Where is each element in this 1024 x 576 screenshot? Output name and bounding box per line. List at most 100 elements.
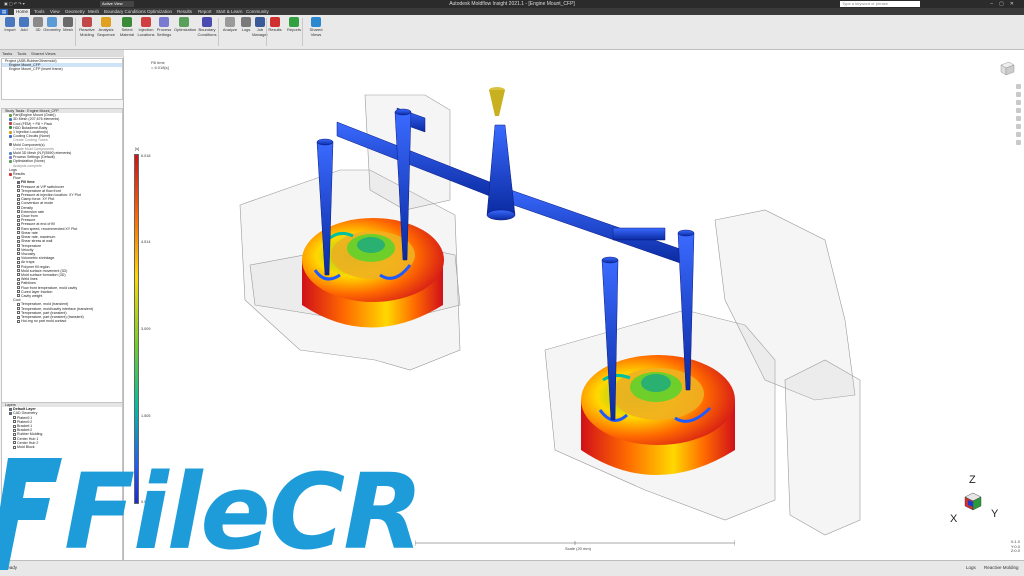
- section-icon[interactable]: [1016, 124, 1021, 129]
- result-checkbox[interactable]: [17, 197, 20, 201]
- mold-mesh-icon: [9, 151, 12, 155]
- window-controls[interactable]: –▢✕: [990, 1, 1020, 7]
- result-checkbox[interactable]: [17, 286, 20, 290]
- tab-shared-views[interactable]: Shared Views: [31, 51, 56, 56]
- layer-item[interactable]: Mold Block: [2, 445, 122, 449]
- tab-tasks[interactable]: Tasks: [2, 51, 12, 56]
- result-checkbox[interactable]: [17, 181, 20, 184]
- zoom-icon[interactable]: [1016, 100, 1021, 105]
- axis-z-label: Z: [969, 474, 976, 486]
- result-checkbox[interactable]: [17, 269, 20, 273]
- status-mode: Reactive Molding: [984, 565, 1019, 570]
- result-checkbox[interactable]: [17, 319, 20, 323]
- tab-tools-panel[interactable]: Tools: [17, 51, 26, 56]
- status-logs-button[interactable]: Logs: [966, 565, 976, 570]
- layer-checkbox[interactable]: [9, 407, 12, 411]
- injection-locations-button[interactable]: Injection Locations: [136, 17, 156, 47]
- coordinate-readout: X:1.0 Y:0.0 Z:0.0: [1010, 539, 1020, 553]
- layer-checkbox[interactable]: [13, 445, 16, 449]
- results-button[interactable]: Results: [265, 17, 285, 47]
- home-view-icon[interactable]: [1016, 116, 1021, 121]
- result-checkbox[interactable]: [17, 265, 20, 269]
- reactive-molding-icon: [82, 17, 92, 27]
- scale-label: Scale (20 mm): [565, 546, 592, 551]
- fit-view-icon[interactable]: [1016, 108, 1021, 113]
- sprue: [489, 87, 505, 116]
- process-settings-icon: [159, 17, 169, 27]
- search-input[interactable]: Type a keyword or phrase: [840, 1, 920, 7]
- result-checkbox[interactable]: [17, 235, 20, 239]
- result-checkbox[interactable]: [17, 206, 20, 210]
- analysis-sequence-button[interactable]: Analysis Sequence: [96, 17, 116, 47]
- result-checkbox[interactable]: [17, 315, 20, 319]
- result-checkbox[interactable]: [17, 273, 20, 277]
- layer-checkbox[interactable]: [13, 441, 16, 445]
- result-checkbox[interactable]: [17, 256, 20, 260]
- results-icon: [270, 17, 280, 27]
- material-icon: [9, 126, 12, 130]
- title-bar: ▣ ▢ ↶ ↷ ▾ Active View Autodesk Moldflow …: [0, 0, 1024, 8]
- mesh-icon: [63, 17, 73, 27]
- result-checkbox[interactable]: [17, 248, 20, 252]
- result-checkbox[interactable]: [17, 218, 20, 222]
- select-material-button[interactable]: Select Material: [117, 17, 137, 47]
- result-item[interactable]: Hot-mg no part mold contact: [2, 319, 122, 323]
- analyze-icon: [225, 17, 235, 27]
- result-checkbox[interactable]: [17, 202, 20, 206]
- result-checkbox[interactable]: [17, 307, 20, 311]
- shared-views-button[interactable]: Shared Views: [306, 17, 326, 47]
- reactive-molding-button[interactable]: Reactive Molding: [77, 17, 97, 47]
- layer-checkbox[interactable]: [13, 424, 16, 428]
- optimization-button[interactable]: Optimization: [174, 17, 196, 47]
- reports-button[interactable]: Reports: [284, 17, 304, 47]
- measure-icon[interactable]: [1016, 132, 1021, 137]
- shared-views-icon: [311, 17, 321, 27]
- rotate-icon[interactable]: [1016, 92, 1021, 97]
- watermark: FileCR: [0, 452, 470, 576]
- view-cube[interactable]: [997, 58, 1017, 78]
- layer-checkbox[interactable]: [13, 416, 16, 420]
- layer-checkbox[interactable]: [13, 432, 16, 436]
- ribbon-separator: [218, 18, 219, 46]
- analysis-sequence-icon: [101, 17, 111, 27]
- result-checkbox[interactable]: [17, 231, 20, 235]
- part-cavity-right: [581, 355, 735, 475]
- pan-icon[interactable]: [1016, 84, 1021, 89]
- result-checkbox[interactable]: [17, 214, 20, 218]
- select-icon[interactable]: [1016, 140, 1021, 145]
- result-checkbox[interactable]: [17, 294, 20, 298]
- result-checkbox[interactable]: [17, 227, 20, 231]
- result-checkbox[interactable]: [17, 281, 20, 285]
- result-checkbox[interactable]: [17, 302, 20, 306]
- result-checkbox[interactable]: [17, 277, 20, 281]
- result-checkbox[interactable]: [17, 244, 20, 248]
- layer-checkbox[interactable]: [13, 437, 16, 441]
- layer-checkbox[interactable]: [13, 428, 16, 432]
- mold-icon: [9, 143, 12, 147]
- result-checkbox[interactable]: [17, 239, 20, 243]
- result-checkbox[interactable]: [17, 260, 20, 264]
- boundary-conditions-button[interactable]: Boundary Conditions: [197, 17, 217, 47]
- optimization-icon: [179, 17, 189, 27]
- result-checkbox[interactable]: [17, 185, 20, 189]
- process-settings-button[interactable]: Process Settings: [154, 17, 174, 47]
- axis-y-label: Y: [991, 508, 999, 520]
- result-checkbox[interactable]: [17, 252, 20, 256]
- project-study-insert-frame[interactable]: Engine Mount_CFP (insert frame): [2, 67, 122, 71]
- result-checkbox[interactable]: [17, 189, 20, 193]
- result-checkbox[interactable]: [17, 311, 20, 315]
- result-checkbox[interactable]: [17, 290, 20, 294]
- watermark-text: FileCR: [64, 451, 423, 573]
- panel-tab-bar: Tasks Tools Shared Views: [0, 50, 124, 57]
- result-checkbox[interactable]: [17, 223, 20, 227]
- analysis-icon: [9, 122, 12, 126]
- layer-checkbox[interactable]: [13, 420, 16, 424]
- boundary-conditions-icon: [202, 17, 212, 27]
- result-checkbox[interactable]: [17, 210, 20, 214]
- layer-checkbox[interactable]: [9, 411, 12, 415]
- mesh-icon: [9, 117, 12, 121]
- result-checkbox[interactable]: [17, 193, 20, 197]
- ribbon-tab-bar: ▤ Home Tools View Geometry Mesh Boundary…: [0, 8, 1024, 15]
- job-manager-icon: [255, 17, 265, 27]
- optimization-icon: [9, 159, 12, 163]
